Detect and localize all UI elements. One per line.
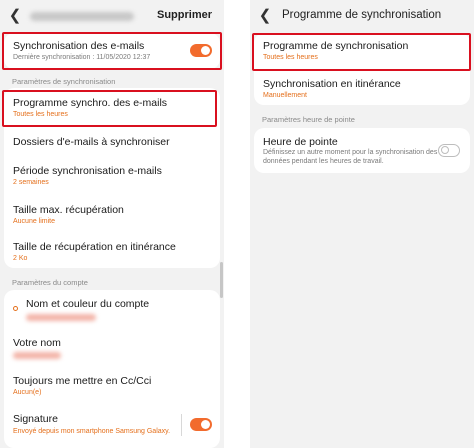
chevron-left-icon[interactable]: ❮ [256,6,274,26]
list-item-roaming-size[interactable]: Taille de récupération en itinérance 2 K… [4,234,220,268]
roaming-size-value: 2 Ko [13,255,28,262]
page-title: Programme de synchronisation [282,9,442,21]
highlight-sync-schedule [252,33,471,71]
highlight-sync-schedule [2,90,217,127]
list-item-cc-bcc[interactable]: Toujours me mettre en Cc/Cci Aucun(e) [4,369,220,404]
roaming-sync-title: Synchronisation en itinérance [263,78,401,90]
list-item-your-name[interactable]: Votre nom [4,330,220,366]
highlight-sync-emails [2,32,222,70]
account-settings-screen: ❮ Supprimer Synchronisation des e-mails … [0,0,224,448]
section-sync-params: Paramètres de synchronisation [12,77,116,86]
section-account-params: Paramètres du compte [12,278,88,287]
your-name-title: Votre nom [13,337,61,349]
cc-bcc-value: Aucun(e) [13,389,42,396]
header: ❮ Programme de synchronisation [250,0,474,32]
account-name-title: Nom et couleur du compte [26,298,150,310]
roaming-size-title: Taille de récupération en itinérance [13,241,176,253]
account-email-blurred [30,12,134,21]
cc-bcc-title: Toujours me mettre en Cc/Cci [13,375,152,387]
divider [181,414,182,436]
list-item-account-name[interactable]: Nom et couleur du compte [4,290,220,328]
sync-period-title: Période synchronisation e-mails [13,165,162,177]
your-name-blurred [13,352,61,359]
account-params-card: Nom et couleur du compte Votre nom Toujo… [4,290,220,448]
header: ❮ Supprimer [0,0,224,32]
list-item-sync-period[interactable]: Période synchronisation e-mails 2 semain… [4,158,220,193]
list-item-roaming-sync[interactable]: Synchronisation en itinérance Manuelleme… [254,70,470,105]
signature-title: Signature [13,413,58,425]
section-peak: Paramètres heure de pointe [262,115,355,124]
roaming-sync-value: Manuellement [263,92,307,99]
sync-schedule-screen: ❮ Programme de synchronisation Programme… [250,0,474,448]
account-name-blurred [26,314,96,321]
delete-button[interactable]: Supprimer [157,9,212,21]
peak-toggle[interactable] [438,144,460,157]
list-item-max-size[interactable]: Taille max. récupération Aucune limite [4,197,220,232]
scrollbar[interactable] [220,262,223,298]
account-color-dot [13,306,18,311]
max-size-title: Taille max. récupération [13,204,124,216]
peak-card: Heure de pointe Définissez un autre mome… [254,128,470,173]
folders-title: Dossiers d'e-mails à synchroniser [13,136,170,148]
signature-toggle[interactable] [190,418,212,431]
sync-period-value: 2 semaines [13,179,49,186]
list-item-peak[interactable]: Heure de pointe Définissez un autre mome… [254,128,470,173]
peak-description: Définissez un autre moment pour la synch… [263,149,438,165]
peak-title: Heure de pointe [263,136,338,148]
signature-value: Envoyé depuis mon smartphone Samsung Gal… [13,428,171,435]
max-size-value: Aucune limite [13,218,56,225]
chevron-left-icon[interactable]: ❮ [6,6,24,26]
list-item-folders[interactable]: Dossiers d'e-mails à synchroniser [4,126,220,158]
list-item-signature[interactable]: Signature Envoyé depuis mon smartphone S… [4,407,220,445]
